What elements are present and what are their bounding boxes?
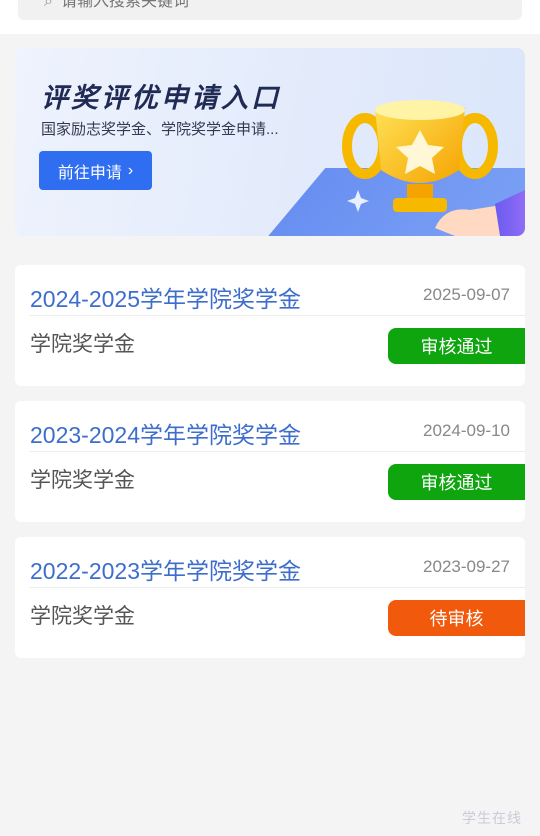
banner-title: 评奖评优申请入口: [41, 83, 281, 113]
application-date: 2024-09-10: [423, 421, 510, 440]
apply-now-button[interactable]: 前往申请 ›: [39, 151, 152, 190]
application-card[interactable]: 2023-2024学年学院奖学金 2024-09-10 学院奖学金 审核通过: [15, 401, 525, 522]
divider: [30, 587, 525, 588]
status-badge: 审核通过: [388, 464, 525, 500]
scholarship-type: 学院奖学金: [30, 469, 135, 492]
application-card[interactable]: 2024-2025学年学院奖学金 2025-09-07 学院奖学金 审核通过: [15, 265, 525, 386]
banner-subtitle: 国家励志奖学金、学院奖学金申请...: [41, 121, 279, 138]
scholarship-type: 学院奖学金: [30, 333, 135, 356]
divider: [30, 315, 525, 316]
apply-now-label: 前往申请: [57, 164, 122, 182]
scholarship-type: 学院奖学金: [30, 605, 135, 628]
divider: [30, 451, 525, 452]
scholarship-name: 2022-2023学年学院奖学金: [30, 558, 301, 584]
application-date: 2023-09-27: [423, 557, 510, 576]
search-input[interactable]: [58, 0, 463, 12]
search-icon: ⌕: [44, 0, 53, 10]
watermark-logo: 学生在线: [462, 810, 522, 826]
top-bar: ⌕: [0, 0, 540, 34]
status-badge: 审核通过: [388, 328, 525, 364]
scholarship-name: 2024-2025学年学院奖学金: [30, 286, 301, 312]
chevron-right-icon: ›: [127, 161, 134, 179]
apply-entry-banner[interactable]: 评奖评优申请入口 国家励志奖学金、学院奖学金申请... 前往申请 ›: [15, 48, 525, 236]
scholarship-name: 2023-2024学年学院奖学金: [30, 422, 301, 448]
application-date: 2025-09-07: [423, 285, 510, 304]
status-badge: 待审核: [388, 600, 525, 636]
application-card[interactable]: 2022-2023学年学院奖学金 2023-09-27 学院奖学金 待审核: [15, 537, 525, 658]
search-bar[interactable]: ⌕: [18, 0, 522, 20]
trophy-icon: [342, 100, 525, 236]
